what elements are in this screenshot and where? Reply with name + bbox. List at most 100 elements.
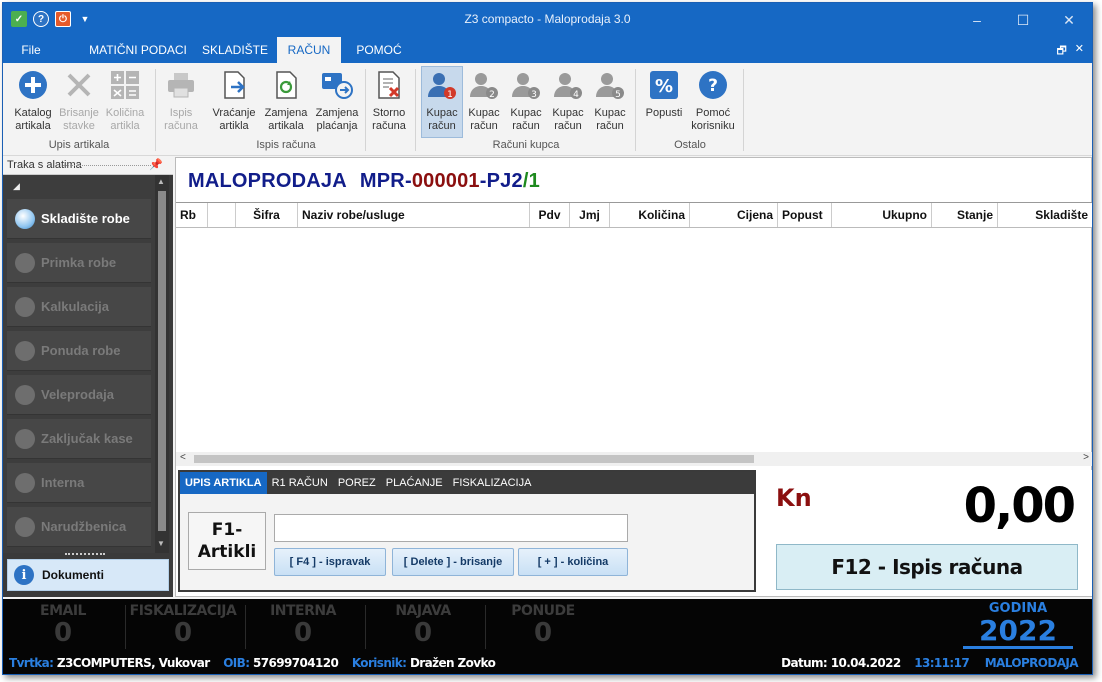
items-grid-header: Rb Šifra Naziv robe/usluge Pdv Jmj Količ… <box>176 202 1092 228</box>
scroll-thumb[interactable] <box>158 191 166 531</box>
calculator-icon <box>107 67 143 103</box>
nav-item-interna[interactable]: Interna <box>7 463 151 503</box>
col-skladiste[interactable]: Skladište <box>998 203 1092 227</box>
counter-email[interactable]: EMAIL 0 <box>3 603 123 647</box>
col-cijena[interactable]: Cijena <box>690 203 778 227</box>
nav-item-skladiste-robe[interactable]: Skladište robe <box>7 199 151 239</box>
document-return-icon <box>216 67 252 103</box>
nav-item-primka-robe[interactable]: Primka robe <box>7 243 151 283</box>
tool-panel-scrollbar[interactable]: ▲ ▼ <box>155 175 169 553</box>
kolicina-artikla-button[interactable]: Količina artikla <box>103 67 147 133</box>
tab-pomoc[interactable]: POMOĆ <box>345 37 413 63</box>
ribbon-button-label: Kupac račun <box>594 107 626 132</box>
scroll-thumb[interactable] <box>194 455 754 463</box>
close-ribbon-icon[interactable]: ✕ <box>1075 42 1084 61</box>
nav-item-kalkulacija[interactable]: Kalkulacija <box>7 287 151 327</box>
tab-maticni-podaci[interactable]: MATIČNI PODACI <box>81 37 195 63</box>
col-sifra[interactable]: Šifra <box>236 203 298 227</box>
brisanje-stavke-button[interactable]: Brisanje stavke <box>57 67 101 133</box>
kupac-racun-2-button[interactable]: 2 Kupac račun <box>463 67 505 133</box>
svg-text:2: 2 <box>489 90 495 100</box>
nav-item-veleprodaja[interactable]: Veleprodaja <box>7 375 151 415</box>
counter-ponude[interactable]: PONUDE 0 <box>483 603 603 647</box>
counter-label: NAJAVA <box>395 603 451 619</box>
tab-upis-artikla[interactable]: UPIS ARTIKLA <box>180 472 267 494</box>
dokumenti-button[interactable]: i Dokumenti <box>7 559 169 591</box>
ribbon-button-label: Katalog artikala <box>14 107 52 132</box>
tool-panel-header: Traka s alatima 📌 <box>3 157 173 175</box>
col-pdv[interactable]: Pdv <box>530 203 570 227</box>
popusti-button[interactable]: % Popusti <box>641 67 687 120</box>
printer-icon <box>163 67 199 103</box>
ribbon-button-label: Storno računa <box>372 107 406 132</box>
zamjena-placanja-button[interactable]: Zamjena plaćanja <box>311 67 363 133</box>
restore-ribbon-icon[interactable]: 🗗 <box>1056 42 1066 61</box>
year-indicator[interactable]: GODINA 2022 <box>963 601 1073 649</box>
tab-skladiste[interactable]: SKLADIŠTE <box>197 37 273 63</box>
svg-text:1: 1 <box>447 90 453 100</box>
col-blank[interactable] <box>208 203 236 227</box>
grid-horizontal-scrollbar[interactable]: < > <box>176 452 1092 466</box>
scroll-left-icon[interactable]: < <box>180 452 186 463</box>
f1-artikli-button[interactable]: F1- Artikli <box>188 512 266 570</box>
total-amount: 0,00 <box>963 478 1076 534</box>
tab-racun[interactable]: RAČUN <box>277 37 341 63</box>
minimize-button[interactable]: – <box>954 3 1000 37</box>
tab-placanje[interactable]: PLAĆANJE <box>381 472 448 494</box>
col-rb[interactable]: Rb <box>176 203 208 227</box>
kupac-racun-5-button[interactable]: 5 Kupac račun <box>589 67 631 133</box>
zamjena-artikala-button[interactable]: Zamjena artikala <box>261 67 311 133</box>
scroll-down-icon[interactable]: ▼ <box>157 539 165 548</box>
tab-fiskalizacija[interactable]: FISKALIZACIJA <box>448 472 537 494</box>
storno-racuna-button[interactable]: Storno računa <box>367 67 411 133</box>
ispravak-button[interactable]: [ F4 ] - ispravak <box>274 548 386 576</box>
ribbon-separator <box>635 69 636 151</box>
f12-print-button[interactable]: F12 - Ispis računa <box>776 544 1078 590</box>
splitter-grip[interactable] <box>65 553 105 555</box>
article-search-input[interactable] <box>274 514 628 542</box>
nav-label: Skladište robe <box>41 211 130 226</box>
scroll-right-icon[interactable]: > <box>1083 452 1089 463</box>
katalog-artikala-button[interactable]: Katalog artikala <box>11 67 55 133</box>
vracanje-artikla-button[interactable]: Vraćanje artikla <box>209 67 259 133</box>
nav-item-narudzbenica[interactable]: Narudžbenica <box>7 507 151 547</box>
orb-icon <box>15 340 35 361</box>
nav-label: Ponuda robe <box>41 343 121 358</box>
pin-icon[interactable]: 📌 <box>149 158 163 171</box>
counter-fiskalizacija[interactable]: FISKALIZACIJA 0 <box>123 603 243 647</box>
col-popust[interactable]: Popust <box>778 203 832 227</box>
col-ukupno[interactable]: Ukupno <box>832 203 932 227</box>
scroll-up-icon[interactable]: ▲ <box>157 177 165 186</box>
col-jmj[interactable]: Jmj <box>570 203 610 227</box>
document-cancel-icon <box>371 67 407 103</box>
col-stanje[interactable]: Stanje <box>932 203 998 227</box>
ribbon: Katalog artikala Brisanje stavke Količin… <box>3 63 1092 156</box>
counter-label: EMAIL <box>40 603 86 619</box>
document-prefix: MPR- <box>359 170 412 192</box>
ispis-racuna-button[interactable]: Ispis računa <box>159 67 203 133</box>
counter-label: INTERNA <box>270 603 336 619</box>
col-kolicina[interactable]: Količina <box>610 203 690 227</box>
kolicina-button[interactable]: [ + ] - količina <box>518 548 628 576</box>
document-suffix: /1 <box>522 170 540 192</box>
collapse-arrow-icon[interactable]: ◢ <box>13 181 20 192</box>
pomoc-korisniku-button[interactable]: ? Pomoć korisniku <box>687 67 739 133</box>
counter-interna[interactable]: INTERNA 0 <box>243 603 363 647</box>
oib-key: OIB: <box>223 656 250 670</box>
close-button[interactable]: ✕ <box>1046 3 1092 37</box>
help-icon: ? <box>695 67 731 103</box>
ribbon-button-label: Zamjena plaćanja <box>315 107 359 132</box>
kupac-racun-1-button[interactable]: 1 Kupac račun <box>421 66 463 138</box>
counter-najava[interactable]: NAJAVA 0 <box>363 603 483 647</box>
tab-file[interactable]: File <box>9 37 53 63</box>
tab-porez[interactable]: POREZ <box>333 472 381 494</box>
nav-item-zakljucak-kase[interactable]: Zaključak kase <box>7 419 151 459</box>
nav-label: Interna <box>41 475 85 490</box>
kupac-racun-4-button[interactable]: 4 Kupac račun <box>547 67 589 133</box>
brisanje-button[interactable]: [ Delete ] - brisanje <box>392 548 514 576</box>
kupac-racun-3-button[interactable]: 3 Kupac račun <box>505 67 547 133</box>
col-naziv[interactable]: Naziv robe/usluge <box>298 203 530 227</box>
nav-item-ponuda-robe[interactable]: Ponuda robe <box>7 331 151 371</box>
maximize-button[interactable]: ☐ <box>1000 3 1046 37</box>
tab-r1-racun[interactable]: R1 RAČUN <box>267 472 333 494</box>
